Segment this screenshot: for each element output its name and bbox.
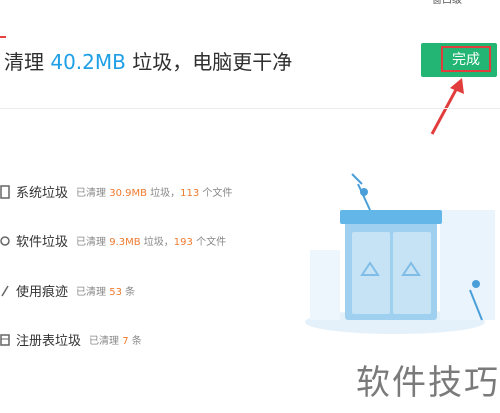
watermark-text: 软件技巧 [356,363,500,403]
done-button-label[interactable]: 完成 [441,46,491,72]
item-detail: 已清理 30.9MB 垃圾，113 个文件 [76,187,233,199]
cleaned-size: 40.2MB [50,50,126,74]
title-prefix: 清理 [4,50,51,74]
header-divider [0,108,500,109]
list-item-system-junk: 系统垃圾 已清理 30.9MB 垃圾，113 个文件 [0,180,232,202]
accent-tick [0,36,6,38]
item-name: 系统垃圾 [16,185,69,201]
list-item-software-junk: 软件垃圾 已清理 9.3MB 垃圾，193 个文件 [0,229,226,251]
registry-junk-icon [0,332,10,346]
item-name: 软件垃圾 [16,234,69,250]
item-detail: 已清理 7 条 [89,335,142,347]
item-detail: 已清理 53 条 [76,286,136,298]
item-name: 注册表垃圾 [16,333,82,349]
list-item-usage-traces: 使用痕迹 已清理 53 条 [0,279,135,301]
usage-trace-icon [0,283,10,297]
window-controls-label[interactable]: 窗口级 [432,0,462,6]
trash-can-illustration [305,173,495,334]
page-title: 清理 40.2MB 垃圾，电脑更干净 [4,46,292,75]
title-suffix: 垃圾，电脑更干净 [125,50,293,74]
watermark: 软件技巧 [348,339,500,413]
software-junk-icon [0,233,10,247]
list-item-registry-junk: 注册表垃圾 已清理 7 条 [0,328,142,350]
done-button[interactable]: 完成 [421,43,497,77]
item-detail: 已清理 9.3MB 垃圾，193 个文件 [76,236,227,248]
item-name: 使用痕迹 [16,284,69,300]
system-junk-icon [0,184,10,199]
